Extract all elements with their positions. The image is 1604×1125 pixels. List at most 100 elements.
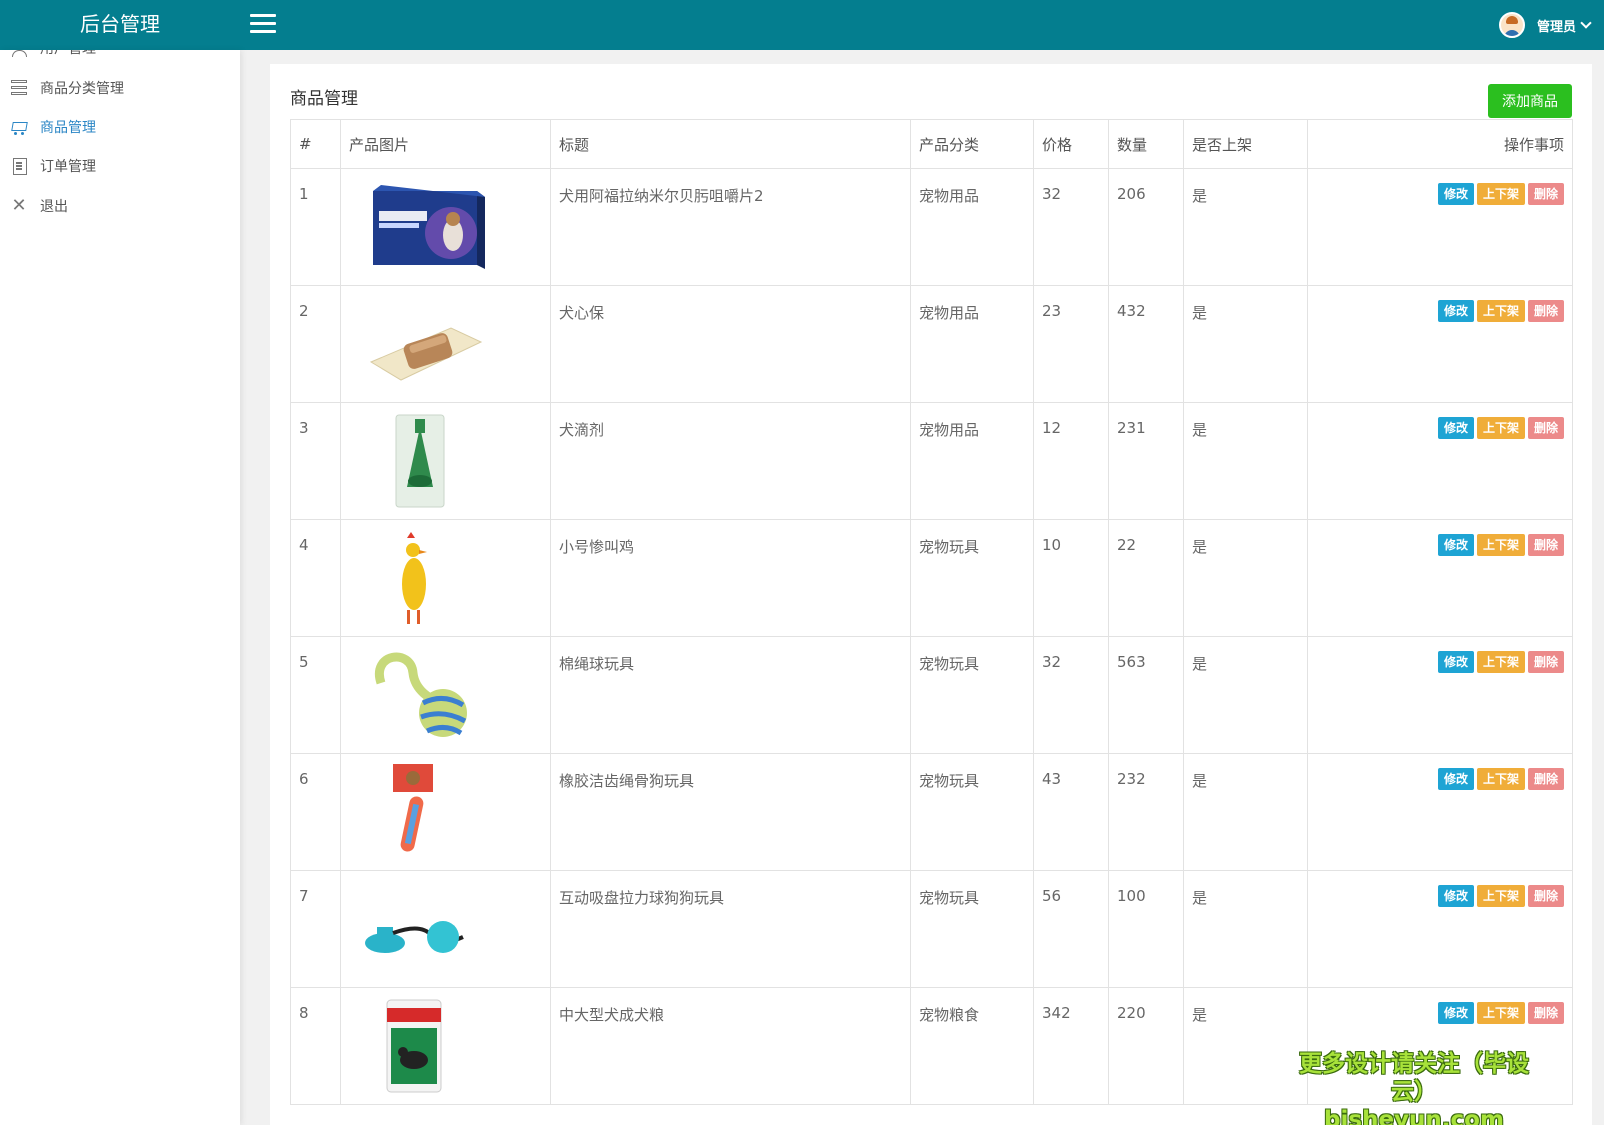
product-quantity: 100 (1108, 870, 1184, 988)
heartworm-chew-tablet-image (351, 292, 511, 396)
sidebar-item-label: 用户管理 (40, 50, 96, 58)
sidebar-item-categories[interactable]: 商品分类管理 (0, 68, 240, 108)
shelf-toggle-button[interactable]: 上下架 (1476, 534, 1525, 556)
row-actions: 修改 上下架 删除 (1307, 285, 1573, 403)
delete-button[interactable]: 删除 (1527, 651, 1564, 673)
menu-toggle-icon[interactable] (250, 14, 276, 36)
edit-button[interactable]: 修改 (1437, 534, 1474, 556)
row-id: 4 (290, 519, 341, 637)
shelf-toggle-button[interactable]: 上下架 (1476, 768, 1525, 790)
product-title: 犬滴剂 (550, 402, 911, 520)
row-actions: 修改 上下架 删除 (1307, 870, 1573, 988)
user-menu[interactable]: 管理员 (1498, 8, 1592, 42)
product-title: 互动吸盘拉力球狗狗玩具 (550, 870, 911, 988)
row-actions: 修改 上下架 删除 (1307, 168, 1573, 286)
watermark-line: 更多设计请关注（毕设云） (1299, 1051, 1529, 1105)
row-id: 8 (290, 987, 341, 1105)
edit-button[interactable]: 修改 (1437, 651, 1474, 673)
sidebar-item-products[interactable]: 商品管理 (0, 107, 240, 147)
delete-button[interactable]: 删除 (1527, 768, 1564, 790)
row-id: 6 (290, 753, 341, 871)
user-icon (10, 50, 28, 57)
shelf-toggle-button[interactable]: 上下架 (1476, 417, 1525, 439)
avatar (1498, 12, 1525, 38)
product-category: 宠物粮食 (910, 987, 1034, 1105)
product-title: 棉绳球玩具 (550, 636, 911, 754)
page-title: 商品管理 (290, 89, 358, 109)
row-id: 7 (290, 870, 341, 988)
column-header: 标题 (550, 119, 911, 169)
product-listed: 是 (1183, 519, 1308, 637)
row-id: 5 (290, 636, 341, 754)
user-name: 管理员 (1536, 19, 1576, 35)
table-row: 3 犬滴剂 宠物用品 12 231 是修改 上下架 删除 (290, 402, 1573, 520)
delete-button[interactable]: 删除 (1527, 417, 1564, 439)
table-row: 5 棉绳球玩具 宠物玩具 32 563 是修改 上下架 删除 (290, 636, 1573, 754)
edit-button[interactable]: 修改 (1437, 300, 1474, 322)
table-row: 7 互动吸盘拉力球狗狗玩具 宠物玩具 56 100 是修改 上下架 删除 (290, 870, 1573, 988)
product-title: 橡胶洁齿绳骨狗玩具 (550, 753, 911, 871)
delete-button[interactable]: 删除 (1527, 300, 1564, 322)
product-title: 小号惨叫鸡 (550, 519, 911, 637)
shelf-toggle-button[interactable]: 上下架 (1476, 651, 1525, 673)
row-id: 2 (290, 285, 341, 403)
brand-title: 后台管理 (80, 12, 160, 36)
product-category: 宠物用品 (910, 168, 1034, 286)
product-quantity: 231 (1108, 402, 1184, 520)
product-listed: 是 (1183, 753, 1308, 871)
product-listed: 是 (1183, 402, 1308, 520)
product-category: 宠物玩具 (910, 636, 1034, 754)
product-price: 10 (1033, 519, 1109, 637)
row-actions: 修改 上下架 删除 (1307, 753, 1573, 871)
product-category: 宠物玩具 (910, 519, 1034, 637)
sidebar: 用户管理 商品分类管理 商品管理 订单管理 ✕ 退出 (0, 50, 240, 1125)
shelf-toggle-button[interactable]: 上下架 (1476, 300, 1525, 322)
product-quantity: 563 (1108, 636, 1184, 754)
product-listed: 是 (1183, 636, 1308, 754)
product-category: 宠物用品 (910, 285, 1034, 403)
product-quantity: 232 (1108, 753, 1184, 871)
product-category: 宠物玩具 (910, 753, 1034, 871)
rope-ball-toy-image (351, 643, 511, 747)
sidebar-item-orders[interactable]: 订单管理 (0, 146, 240, 186)
column-header: 产品分类 (910, 119, 1034, 169)
row-actions: 修改 上下架 删除 (1307, 402, 1573, 520)
list-icon (10, 79, 28, 97)
delete-button[interactable]: 删除 (1527, 534, 1564, 556)
column-header: 数量 (1108, 119, 1184, 169)
product-quantity: 432 (1108, 285, 1184, 403)
sidebar-item-label: 订单管理 (40, 159, 96, 175)
product-image-cell (340, 519, 551, 637)
product-image-cell (340, 636, 551, 754)
sidebar-item-users[interactable]: 用户管理 (0, 50, 240, 68)
delete-button[interactable]: 删除 (1527, 885, 1564, 907)
edit-button[interactable]: 修改 (1437, 768, 1474, 790)
shelf-toggle-button[interactable]: 上下架 (1476, 183, 1525, 205)
add-product-button[interactable]: 添加商品 (1488, 84, 1572, 118)
product-price: 43 (1033, 753, 1109, 871)
shelf-toggle-button[interactable]: 上下架 (1476, 885, 1525, 907)
chevron-down-icon (1580, 17, 1592, 29)
product-price: 23 (1033, 285, 1109, 403)
product-price: 32 (1033, 168, 1109, 286)
delete-button[interactable]: 删除 (1527, 183, 1564, 205)
cart-icon (10, 118, 28, 136)
shelf-toggle-button[interactable]: 上下架 (1476, 1002, 1525, 1024)
sidebar-item-logout[interactable]: ✕ 退出 (0, 186, 240, 226)
edit-button[interactable]: 修改 (1437, 183, 1474, 205)
delete-button[interactable]: 删除 (1527, 1002, 1564, 1024)
edit-button[interactable]: 修改 (1437, 1002, 1474, 1024)
product-quantity: 22 (1108, 519, 1184, 637)
sidebar-item-label: 商品管理 (40, 120, 96, 136)
table-row: 6 橡胶洁齿绳骨狗玩具 宠物玩具 43 232 是修改 上下架 删除 (290, 753, 1573, 871)
column-header: 是否上架 (1183, 119, 1308, 169)
product-image-cell (340, 870, 551, 988)
product-image-cell (340, 753, 551, 871)
close-icon: ✕ (11, 195, 27, 216)
column-header: # (290, 119, 341, 169)
document-icon (10, 157, 28, 175)
content-panel: 商品管理 添加商品 # 产品图片 标题 产品分类 价格 数量 是否上架 操作事项… (270, 64, 1592, 1125)
edit-button[interactable]: 修改 (1437, 417, 1474, 439)
table-row: 2 犬心保 宠物用品 23 432 是修改 上下架 删除 (290, 285, 1573, 403)
edit-button[interactable]: 修改 (1437, 885, 1474, 907)
